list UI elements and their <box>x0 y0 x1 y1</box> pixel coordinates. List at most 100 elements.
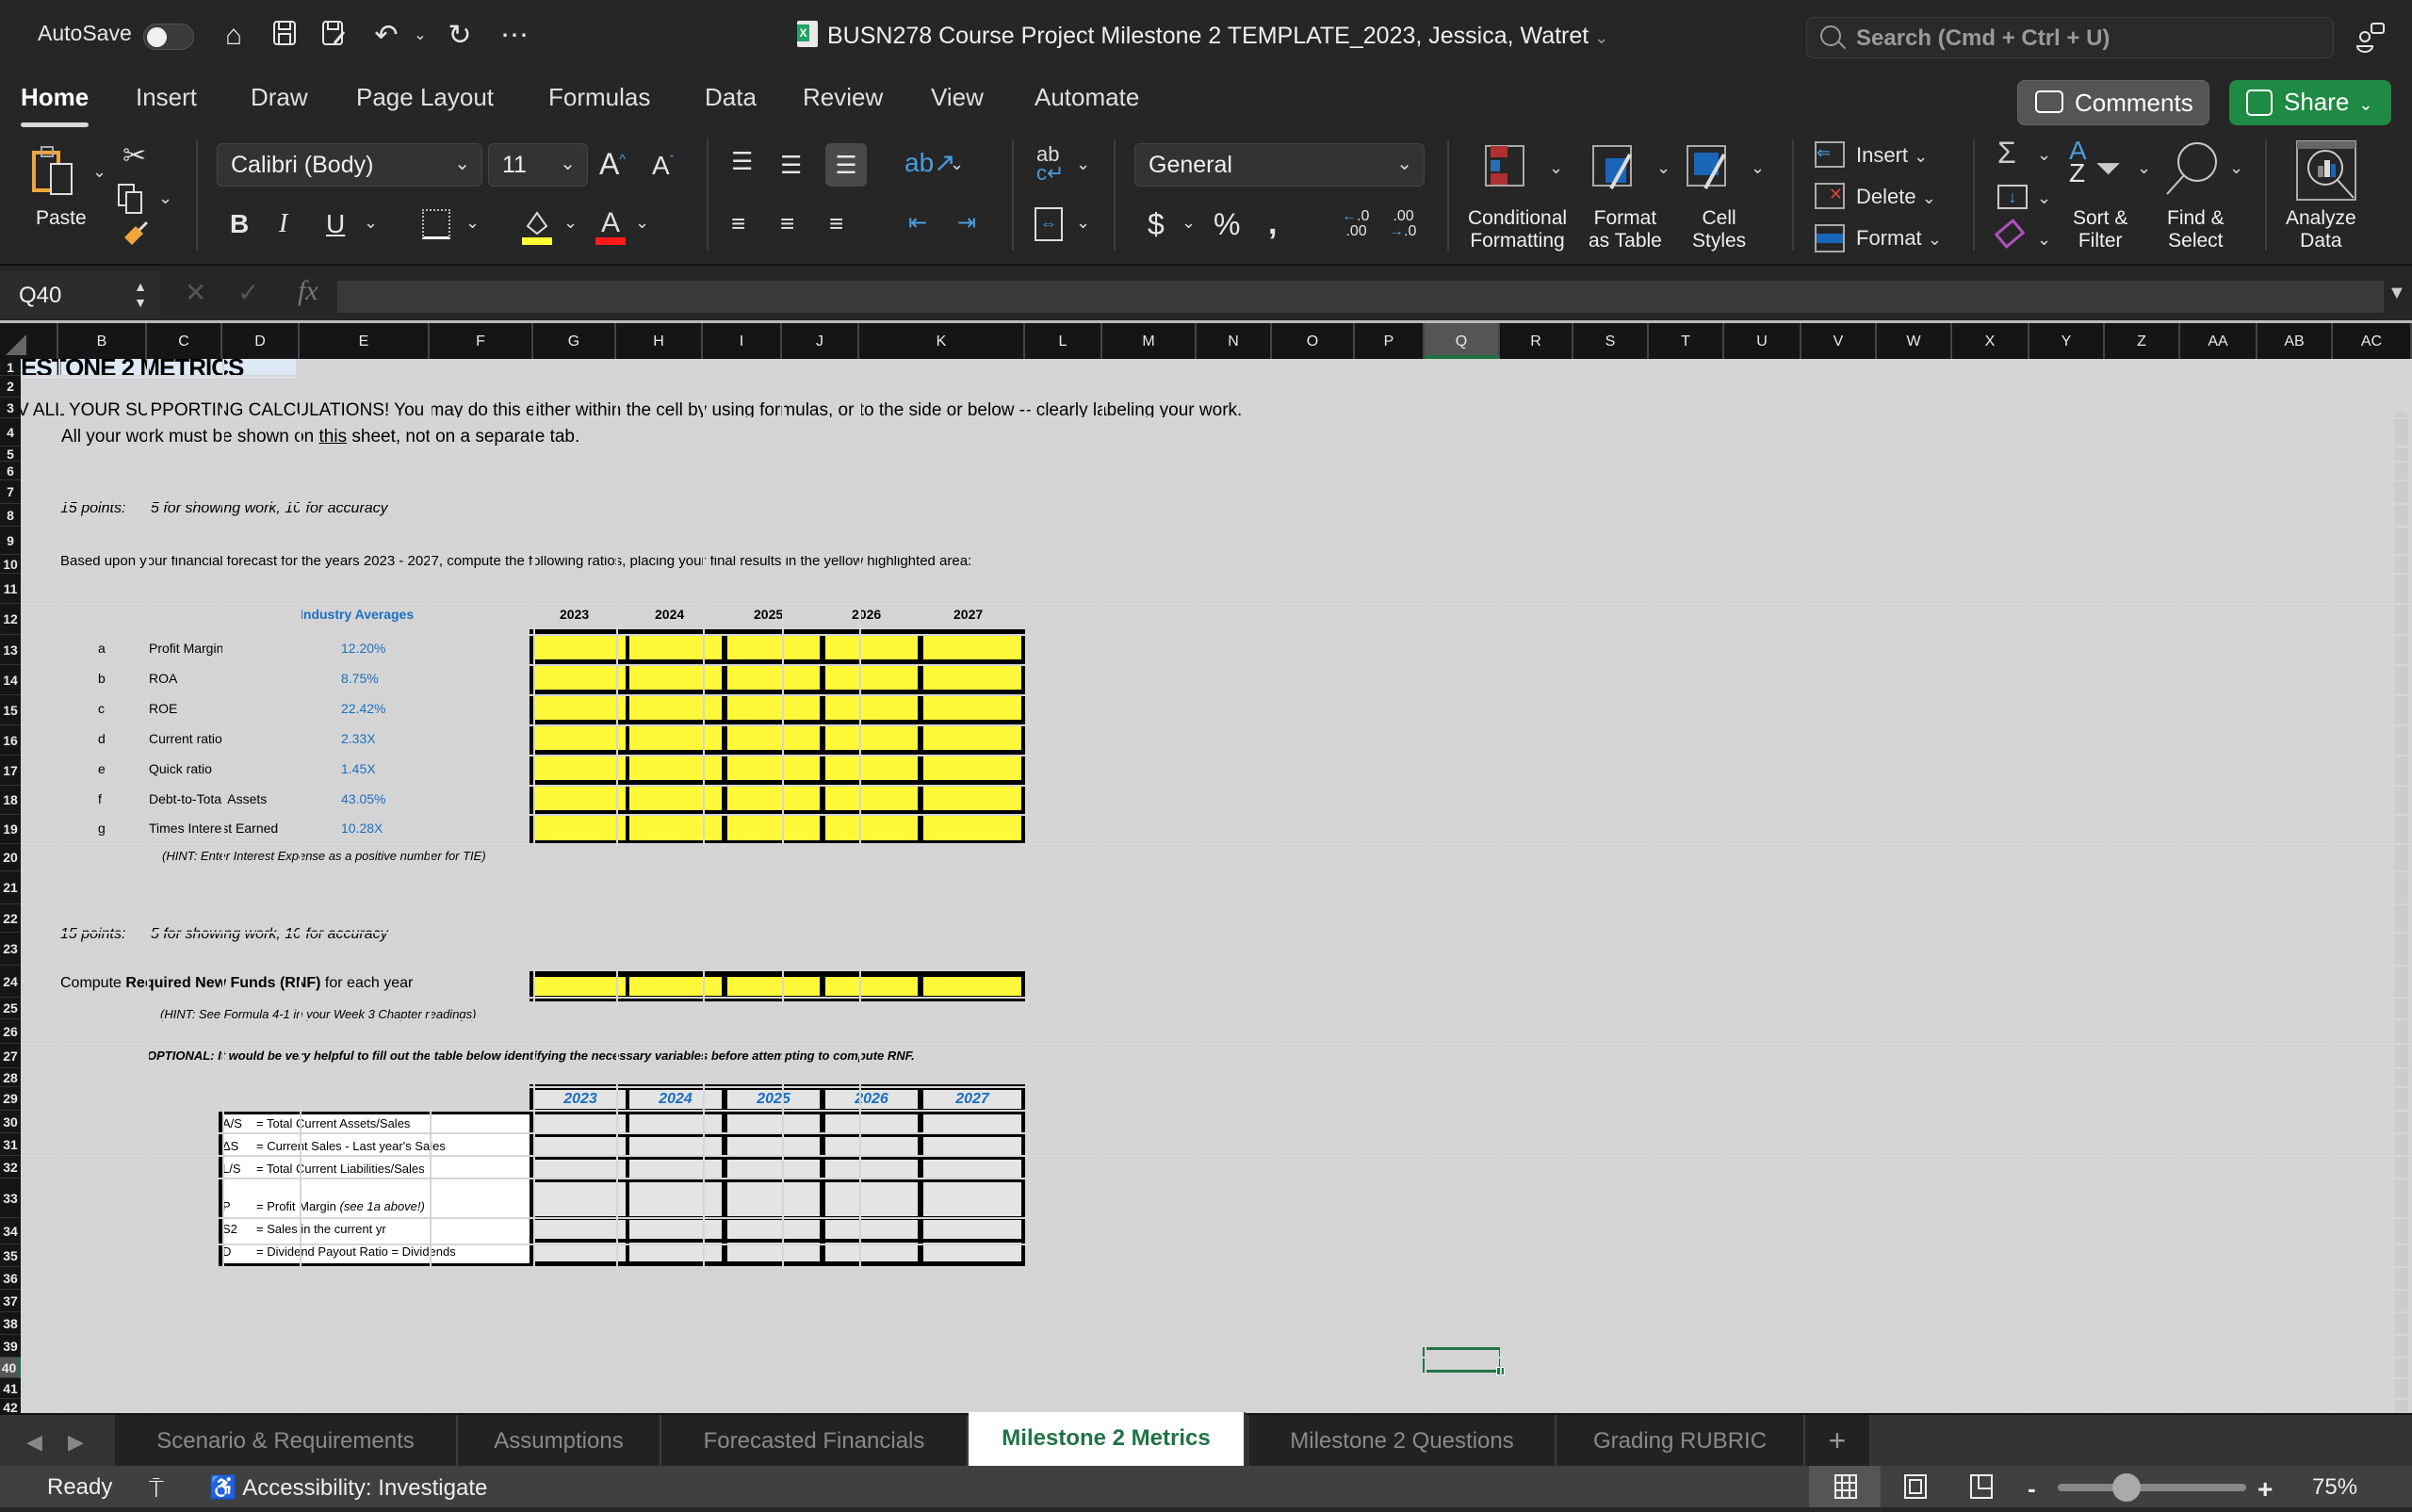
row-header-25[interactable]: 25 <box>0 998 21 1019</box>
row-header-17[interactable]: 17 <box>0 756 21 786</box>
variable-input-cell[interactable] <box>825 1220 918 1239</box>
row-header-31[interactable]: 31 <box>0 1133 21 1156</box>
variable-input-cell[interactable] <box>923 1137 1021 1156</box>
rnf-result-cell[interactable] <box>727 977 820 996</box>
column-header-aa[interactable]: AA <box>2180 323 2257 359</box>
row-header-18[interactable]: 18 <box>0 786 21 815</box>
comma-style-icon[interactable]: , <box>1268 205 1277 242</box>
ratio-result-cell[interactable] <box>629 786 722 810</box>
row-header-15[interactable]: 15 <box>0 695 21 725</box>
tab-automate[interactable]: Automate <box>1035 83 1139 112</box>
row-header-38[interactable]: 38 <box>0 1312 21 1335</box>
name-box[interactable]: Q40 ▲ ▼ <box>0 271 160 318</box>
sort-filter-icon[interactable]: AZ <box>2069 138 2087 187</box>
ratio-result-cell[interactable] <box>629 635 722 659</box>
tab-page-layout[interactable]: Page Layout <box>356 83 494 112</box>
row-header-11[interactable]: 11 <box>0 574 21 604</box>
row-header-40[interactable]: 40 <box>0 1358 21 1378</box>
variable-input-cell[interactable] <box>727 1243 820 1261</box>
font-size-select[interactable]: 11 ⌄ <box>488 143 588 187</box>
insert-function-icon[interactable]: fx <box>298 275 318 307</box>
macro-recording-icon[interactable]: ⍑ <box>149 1474 164 1504</box>
variable-input-cell[interactable] <box>923 1243 1021 1261</box>
ratio-result-cell[interactable] <box>923 725 1021 750</box>
column-header-u[interactable]: U <box>1724 323 1801 359</box>
row-header-9[interactable]: 9 <box>0 527 21 555</box>
fill-color-icon[interactable] <box>522 205 554 250</box>
percent-icon[interactable]: % <box>1214 207 1240 242</box>
variable-input-cell[interactable] <box>535 1220 626 1239</box>
select-all-button[interactable] <box>0 323 30 359</box>
variable-input-cell[interactable] <box>825 1137 918 1156</box>
column-header-w[interactable]: W <box>1877 323 1952 359</box>
increase-font-icon[interactable]: A^ <box>599 147 626 182</box>
row-header-20[interactable]: 20 <box>0 844 21 871</box>
zoom-slider-thumb[interactable] <box>2112 1473 2141 1502</box>
column-header-d[interactable]: D <box>222 323 300 359</box>
column-header-q[interactable]: Q <box>1425 323 1500 359</box>
variable-input-cell[interactable] <box>923 1114 1021 1133</box>
ratio-result-cell[interactable] <box>923 635 1021 659</box>
align-bottom-icon[interactable]: ☰ <box>825 143 867 187</box>
row-header-21[interactable]: 21 <box>0 871 21 904</box>
column-header-c[interactable]: C <box>147 323 222 359</box>
borders-dropdown-icon[interactable]: ⌄ <box>465 213 480 233</box>
row-header-34[interactable]: 34 <box>0 1218 21 1244</box>
ratio-result-cell[interactable] <box>629 816 722 840</box>
row-header-8[interactable]: 8 <box>0 504 21 527</box>
ratio-result-cell[interactable] <box>825 695 918 720</box>
italic-button[interactable]: I <box>279 209 287 239</box>
zoom-slider[interactable] <box>2058 1484 2246 1491</box>
home-icon[interactable]: ⌂ <box>217 19 251 53</box>
tab-review[interactable]: Review <box>803 83 883 112</box>
column-header-z[interactable]: Z <box>2105 323 2180 359</box>
fill-color-dropdown-icon[interactable]: ⌄ <box>563 213 578 233</box>
column-header-v[interactable]: V <box>1801 323 1877 359</box>
variable-input-cell[interactable] <box>727 1137 820 1156</box>
underline-button[interactable]: U <box>326 209 345 239</box>
variable-input-cell[interactable] <box>535 1243 626 1261</box>
variable-input-cell[interactable] <box>535 1160 626 1179</box>
ratio-result-cell[interactable] <box>825 665 918 690</box>
column-header-k[interactable]: K <box>859 323 1025 359</box>
normal-view-button[interactable] <box>1809 1466 1881 1507</box>
column-header-n[interactable]: N <box>1197 323 1272 359</box>
rnf-result-cell[interactable] <box>825 977 918 996</box>
ratio-result-cell[interactable] <box>923 665 1021 690</box>
row-header-32[interactable]: 32 <box>0 1156 21 1179</box>
ratio-result-cell[interactable] <box>535 786 626 810</box>
conditional-formatting-label[interactable]: Conditional Formatting <box>1468 207 1567 252</box>
ratio-result-cell[interactable] <box>535 725 626 750</box>
row-header-39[interactable]: 39 <box>0 1335 21 1358</box>
ratio-result-cell[interactable] <box>825 786 918 810</box>
variable-input-cell[interactable] <box>629 1243 722 1261</box>
font-name-select[interactable]: Calibri (Body) ⌄ <box>217 143 482 187</box>
column-header-ac[interactable]: AC <box>2333 323 2412 359</box>
column-header-e[interactable]: E <box>300 323 430 359</box>
prev-sheet-icon[interactable]: ◀ <box>26 1430 42 1455</box>
ratio-result-cell[interactable] <box>923 786 1021 810</box>
cancel-entry-icon[interactable]: ✕ <box>185 277 206 308</box>
clear-eraser-icon[interactable] <box>1994 218 2026 250</box>
variable-input-cell[interactable] <box>923 1182 1021 1216</box>
increase-decimal-icon[interactable]: ←.0 .00 <box>1342 209 1369 239</box>
more-icon[interactable]: ⋯ <box>497 19 531 53</box>
page-break-view-button[interactable] <box>1945 1466 2016 1507</box>
bold-button[interactable]: B <box>230 209 249 239</box>
ratio-result-cell[interactable] <box>825 725 918 750</box>
share-people-icon[interactable] <box>2355 21 2388 53</box>
expand-formula-bar-icon[interactable]: ▼ <box>2388 283 2406 304</box>
column-header-l[interactable]: L <box>1025 323 1102 359</box>
share-button[interactable]: Share ⌄ <box>2229 80 2391 125</box>
variable-input-cell[interactable] <box>923 1220 1021 1239</box>
cut-icon[interactable]: ✂ <box>122 139 146 172</box>
accessibility-status[interactable]: ♿ Accessibility: Investigate <box>209 1474 487 1502</box>
row-header-22[interactable]: 22 <box>0 904 21 933</box>
variable-input-cell[interactable] <box>629 1182 722 1216</box>
ratio-result-cell[interactable] <box>535 756 626 780</box>
merge-dropdown-icon[interactable]: ⌄ <box>1076 213 1090 233</box>
decrease-indent-icon[interactable]: ⇤ <box>908 209 927 236</box>
page-layout-view-button[interactable] <box>1879 1466 1950 1507</box>
ratio-result-cell[interactable] <box>535 635 626 659</box>
add-sheet-button[interactable]: + <box>1805 1415 1871 1468</box>
